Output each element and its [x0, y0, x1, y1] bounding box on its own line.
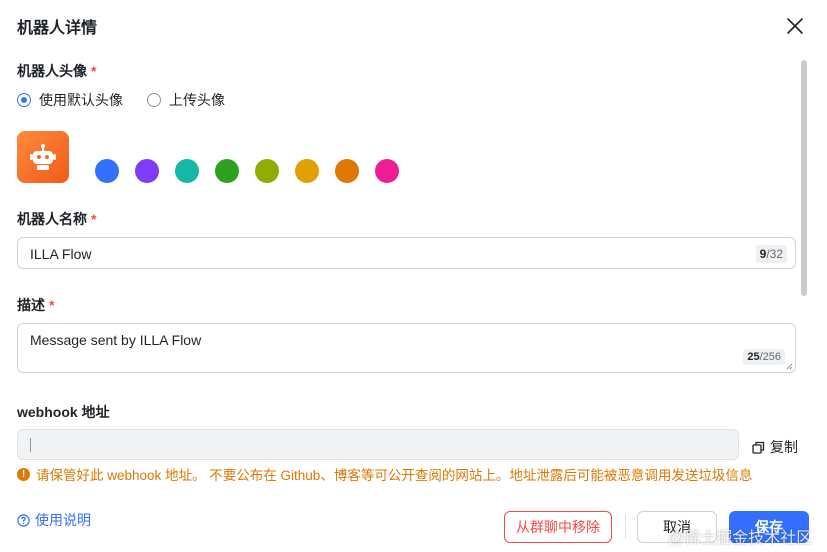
- warning-text: 请保管好此 webhook 地址。 不要公布在 Github、博客等可公开查阅的…: [36, 468, 753, 483]
- radio-label: 上传头像: [169, 92, 225, 108]
- required-mark: *: [49, 297, 55, 313]
- description-label: 描述 *: [17, 297, 55, 313]
- bot-details-dialog: 机器人详情 机器人头像 * 使用默认头像 上传头像 机器人名称 * ILLA F…: [0, 0, 827, 552]
- radio-default-avatar[interactable]: 使用默认头像: [17, 90, 123, 110]
- bot-name-value: ILLA Flow: [30, 246, 92, 262]
- help-link[interactable]: 使用说明: [17, 510, 91, 530]
- required-mark: *: [91, 63, 97, 79]
- color-swatch-teal[interactable]: [175, 159, 199, 183]
- cancel-button[interactable]: 取消: [637, 511, 717, 543]
- avatar-radio-group: 使用默认头像 上传头像: [17, 90, 249, 110]
- help-label: 使用说明: [35, 512, 91, 528]
- remove-from-group-button[interactable]: 从群聊中移除: [504, 511, 612, 543]
- scrollbar-thumb[interactable]: [801, 60, 807, 296]
- radio-label: 使用默认头像: [39, 92, 123, 108]
- bot-avatar: [17, 131, 69, 183]
- color-swatch-green[interactable]: [215, 159, 239, 183]
- copy-label: 复制: [770, 439, 798, 455]
- text-cursor: [30, 438, 31, 452]
- webhook-url-field[interactable]: [17, 429, 739, 460]
- color-swatch-pink[interactable]: [375, 159, 399, 183]
- warning-icon: !: [17, 467, 30, 481]
- description-char-counter: 25/256: [743, 349, 785, 365]
- color-swatch-blue[interactable]: [95, 159, 119, 183]
- description-value: Message sent by ILLA Flow: [30, 332, 202, 348]
- dialog-title: 机器人详情: [17, 20, 98, 37]
- radio-checked-icon[interactable]: [17, 93, 31, 107]
- name-label: 机器人名称 *: [17, 211, 97, 227]
- close-icon[interactable]: [783, 14, 807, 38]
- color-swatch-olive[interactable]: [255, 159, 279, 183]
- copy-button[interactable]: 复制: [752, 437, 798, 457]
- radio-unchecked-icon[interactable]: [147, 93, 161, 107]
- resize-handle-icon[interactable]: [786, 363, 793, 370]
- avatar-label: 机器人头像 *: [17, 63, 97, 79]
- name-char-counter: 9/32: [755, 245, 787, 263]
- webhook-warning: ! 请保管好此 webhook 地址。 不要公布在 Github、博客等可公开查…: [17, 464, 752, 484]
- footer-divider: [625, 515, 626, 539]
- required-mark: *: [91, 211, 97, 227]
- color-swatch-orange[interactable]: [335, 159, 359, 183]
- help-circle-icon: [17, 513, 30, 527]
- robot-icon: [30, 144, 56, 170]
- radio-upload-avatar[interactable]: 上传头像: [147, 90, 225, 110]
- save-button[interactable]: 保存: [729, 511, 809, 543]
- description-textarea[interactable]: Message sent by ILLA Flow 25/256: [17, 323, 796, 373]
- color-swatch-purple[interactable]: [135, 159, 159, 183]
- bot-name-input[interactable]: ILLA Flow 9/32: [17, 237, 796, 269]
- copy-icon: [752, 441, 765, 454]
- color-swatch-yellow[interactable]: [295, 159, 319, 183]
- webhook-label: webhook 地址: [17, 404, 110, 420]
